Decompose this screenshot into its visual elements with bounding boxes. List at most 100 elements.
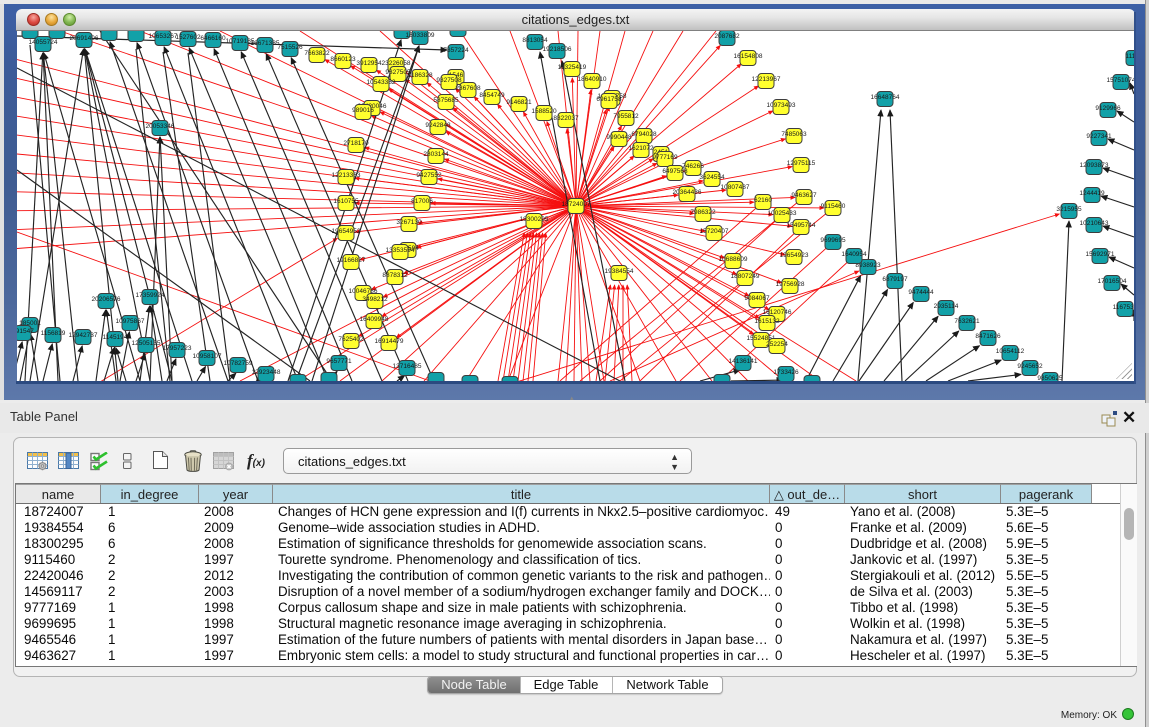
svg-text:7357224: 7357224 xyxy=(443,47,469,54)
svg-text:9427552: 9427552 xyxy=(416,172,442,179)
svg-text:10782759: 10782759 xyxy=(224,360,253,367)
svg-text:16671385: 16671385 xyxy=(251,40,280,47)
svg-text:11325419: 11325419 xyxy=(558,64,587,71)
svg-text:10543382: 10543382 xyxy=(367,79,396,86)
svg-text:20053346: 20053346 xyxy=(146,123,175,130)
svg-text:1610755: 1610755 xyxy=(333,198,359,205)
svg-text:10025433: 10025433 xyxy=(768,210,797,217)
svg-text:15720407: 15720407 xyxy=(700,228,729,235)
svg-text:8660123: 8660123 xyxy=(330,56,356,63)
svg-text:19654923: 19654923 xyxy=(780,252,809,259)
svg-text:8878312: 8878312 xyxy=(382,272,408,279)
svg-text:7515526: 7515526 xyxy=(277,44,303,51)
svg-text:10973493: 10973493 xyxy=(767,102,796,109)
svg-text:13716485: 13716485 xyxy=(393,363,422,370)
svg-text:2935114: 2935114 xyxy=(934,303,959,310)
svg-text:19218506: 19218506 xyxy=(543,46,572,53)
svg-text:62160: 62160 xyxy=(754,197,772,204)
svg-text:1167533: 1167533 xyxy=(1113,304,1134,311)
svg-text:17359924: 17359924 xyxy=(136,292,165,299)
svg-text:15751074: 15751074 xyxy=(1107,77,1134,84)
svg-text:12213967: 12213967 xyxy=(752,76,781,83)
svg-text:13353594: 13353594 xyxy=(386,247,415,254)
svg-text:252254: 252254 xyxy=(766,341,788,348)
svg-text:1244419: 1244419 xyxy=(1079,190,1105,197)
svg-text:3267130: 3267130 xyxy=(396,219,422,226)
svg-text:6961758: 6961758 xyxy=(596,96,622,103)
svg-text:20206576: 20206576 xyxy=(92,296,121,303)
svg-text:7632621: 7632621 xyxy=(954,318,980,325)
svg-text:3624554: 3624554 xyxy=(699,174,725,181)
svg-text:20364436: 20364436 xyxy=(673,189,702,196)
svg-text:989016: 989016 xyxy=(352,107,374,114)
svg-text:15692971: 15692971 xyxy=(1086,251,1115,258)
svg-text:8471626: 8471626 xyxy=(975,333,1001,340)
svg-text:1145194: 1145194 xyxy=(103,334,128,341)
svg-text:1527602: 1527602 xyxy=(175,34,201,41)
svg-text:6466160: 6466160 xyxy=(200,35,226,42)
svg-text:9084067: 9084067 xyxy=(744,295,770,302)
svg-text:14136141: 14136141 xyxy=(729,358,758,365)
svg-text:9146821: 9146821 xyxy=(506,99,532,106)
svg-text:12975115: 12975115 xyxy=(787,160,816,167)
svg-text:7955812: 7955812 xyxy=(613,113,639,120)
svg-text:12942737: 12942737 xyxy=(69,332,98,339)
svg-text:18300295: 18300295 xyxy=(520,216,549,223)
svg-text:10807487: 10807487 xyxy=(721,184,750,191)
svg-text:9474444: 9474444 xyxy=(908,289,934,296)
svg-text:10653267: 10653267 xyxy=(149,33,178,40)
svg-text:15495744: 15495744 xyxy=(787,222,816,229)
svg-text:10210643: 10210643 xyxy=(1080,220,1109,227)
svg-text:16033809: 16033809 xyxy=(406,32,435,39)
svg-text:2803144: 2803144 xyxy=(423,151,449,158)
svg-text:18640910: 18640910 xyxy=(578,76,607,83)
svg-text:9699695: 9699695 xyxy=(820,237,846,244)
svg-text:9115460: 9115460 xyxy=(821,203,846,210)
svg-text:7485063: 7485063 xyxy=(781,131,807,138)
svg-text:10654112: 10654112 xyxy=(996,348,1025,355)
svg-text:9463627: 9463627 xyxy=(791,192,817,199)
svg-text:5875685: 5875685 xyxy=(433,97,459,104)
svg-text:9777169: 9777169 xyxy=(652,154,678,161)
svg-text:3912954: 3912954 xyxy=(356,60,382,67)
svg-text:16409948: 16409948 xyxy=(360,316,389,323)
svg-text:6879197: 6879197 xyxy=(882,276,908,283)
svg-text:20691406: 20691406 xyxy=(70,35,99,42)
svg-text:7663822: 7663822 xyxy=(304,50,330,57)
svg-text:19384554: 19384554 xyxy=(605,268,634,275)
svg-text:8454749: 8454749 xyxy=(479,92,505,99)
svg-text:19654952: 19654952 xyxy=(332,228,361,235)
svg-text:2367608: 2367608 xyxy=(455,85,481,92)
svg-text:1156819: 1156819 xyxy=(41,330,66,337)
svg-text:19166827: 19166827 xyxy=(337,257,366,264)
svg-text:2718170: 2718170 xyxy=(343,140,369,147)
svg-text:7986322: 7986322 xyxy=(690,209,716,216)
svg-text:9227341: 9227341 xyxy=(1086,133,1112,140)
svg-text:1733426: 1733426 xyxy=(773,369,799,376)
svg-text:12093873: 12093873 xyxy=(1080,162,1109,169)
svg-text:14055724: 14055724 xyxy=(29,39,58,46)
svg-text:3215955: 3215955 xyxy=(1056,206,1082,213)
svg-text:391547: 391547 xyxy=(17,328,34,335)
svg-text:2087682: 2087682 xyxy=(714,33,740,40)
svg-text:12505135: 12505135 xyxy=(132,340,161,347)
svg-text:11123: 11123 xyxy=(1125,53,1134,60)
svg-text:17957223: 17957223 xyxy=(163,345,192,352)
svg-text:18807249: 18807249 xyxy=(731,273,760,280)
svg-text:3498212: 3498212 xyxy=(362,296,388,303)
svg-text:12923448: 12923448 xyxy=(252,369,281,376)
svg-text:8322037: 8322037 xyxy=(553,115,579,122)
svg-text:1640954: 1640954 xyxy=(841,251,867,258)
svg-text:18724007: 18724007 xyxy=(562,201,591,208)
svg-text:10688609: 10688609 xyxy=(719,256,748,263)
svg-text:10975867: 10975867 xyxy=(116,318,145,325)
svg-text:8186328: 8186328 xyxy=(407,72,433,79)
svg-text:8813054: 8813054 xyxy=(522,37,548,44)
svg-text:10958107: 10958107 xyxy=(193,353,222,360)
svg-text:17016504: 17016504 xyxy=(1098,278,1127,285)
svg-text:9245652: 9245652 xyxy=(1017,363,1043,370)
svg-text:1588520: 1588520 xyxy=(531,108,557,115)
svg-text:19756928: 19756928 xyxy=(776,281,805,288)
svg-text:817006: 817006 xyxy=(411,198,433,205)
svg-text:1621072: 1621072 xyxy=(628,145,654,152)
